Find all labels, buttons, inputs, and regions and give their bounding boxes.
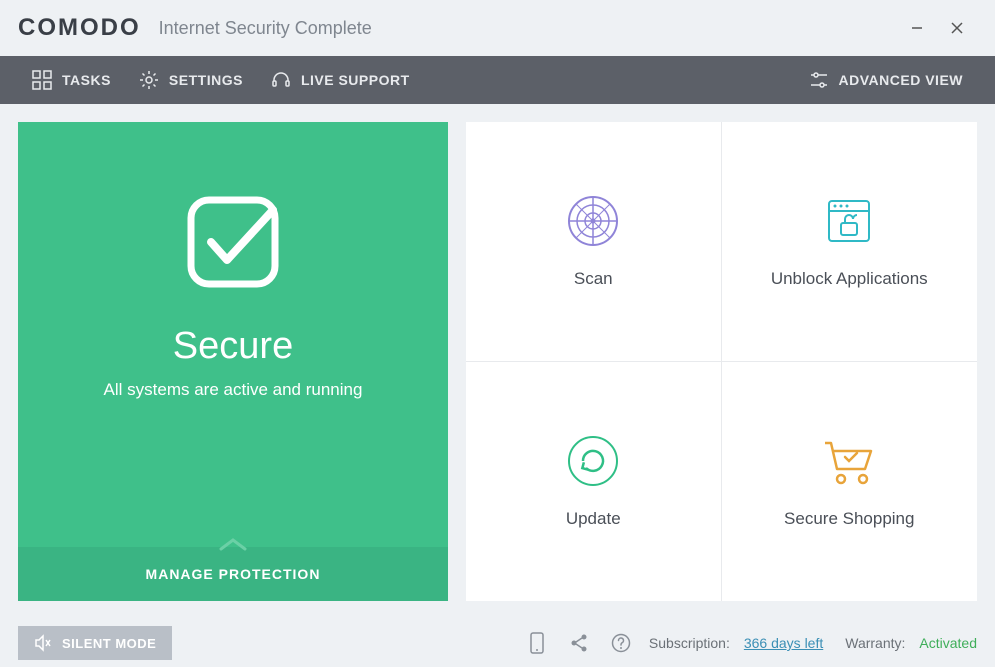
close-icon [950, 21, 964, 35]
app-subtitle: Internet Security Complete [159, 18, 372, 39]
mobile-icon [529, 632, 545, 654]
update-icon [565, 433, 621, 489]
share-button[interactable] [565, 629, 593, 657]
minimize-icon [910, 21, 924, 35]
unblock-applications-button[interactable]: Unblock Applications [722, 122, 978, 362]
secure-status-icon [173, 182, 293, 307]
subscription-link[interactable]: 366 days left [744, 635, 823, 651]
headset-icon [271, 70, 291, 90]
manage-protection-button[interactable]: MANAGE PROTECTION [18, 547, 448, 601]
secure-shopping-button[interactable]: Secure Shopping [722, 362, 978, 602]
live-support-label: LIVE SUPPORT [301, 72, 410, 88]
status-title: Secure [173, 325, 293, 368]
tasks-label: TASKS [62, 72, 111, 88]
silent-mode-button[interactable]: SILENT MODE [18, 626, 172, 660]
minimize-button[interactable] [897, 13, 937, 43]
share-icon [569, 633, 589, 653]
status-subtitle: All systems are active and running [104, 380, 363, 400]
manage-protection-label: MANAGE PROTECTION [146, 566, 321, 582]
sliders-icon [809, 70, 829, 90]
help-button[interactable] [607, 629, 635, 657]
status-panel: Secure All systems are active and runnin… [18, 122, 448, 601]
shopping-cart-icon [819, 433, 879, 489]
gear-icon [139, 70, 159, 90]
footer: SILENT MODE Subscription: 366 days left … [0, 619, 995, 667]
scan-icon [565, 193, 621, 249]
logo: COMODO [18, 14, 141, 42]
app-window: COMODO Internet Security Complete TASKS … [0, 0, 995, 667]
warranty-value: Activated [919, 635, 977, 651]
update-label: Update [566, 509, 621, 529]
tasks-icon [32, 70, 52, 90]
advanced-view-label: ADVANCED VIEW [839, 72, 963, 88]
advanced-view-button[interactable]: ADVANCED VIEW [795, 56, 977, 104]
update-button[interactable]: Update [466, 362, 722, 602]
subscription-label: Subscription: [649, 635, 730, 651]
mute-icon [34, 634, 52, 652]
action-grid: Scan Unblock Applications [466, 122, 977, 601]
tasks-button[interactable]: TASKS [18, 56, 125, 104]
settings-button[interactable]: SETTINGS [125, 56, 257, 104]
live-support-button[interactable]: LIVE SUPPORT [257, 56, 424, 104]
silent-mode-label: SILENT MODE [62, 636, 156, 651]
mobile-button[interactable] [523, 629, 551, 657]
help-icon [611, 633, 631, 653]
settings-label: SETTINGS [169, 72, 243, 88]
content-area: Secure All systems are active and runnin… [0, 104, 995, 619]
scan-label: Scan [574, 269, 613, 289]
close-button[interactable] [937, 13, 977, 43]
warranty-label: Warranty: [845, 635, 905, 651]
unblock-icon [821, 193, 877, 249]
toolbar: TASKS SETTINGS LIVE SUPPORT ADVANCED VIE… [0, 56, 995, 104]
scan-button[interactable]: Scan [466, 122, 722, 362]
unblock-label: Unblock Applications [771, 269, 928, 289]
titlebar: COMODO Internet Security Complete [0, 0, 995, 56]
chevron-up-icon [219, 537, 247, 554]
shopping-label: Secure Shopping [784, 509, 914, 529]
